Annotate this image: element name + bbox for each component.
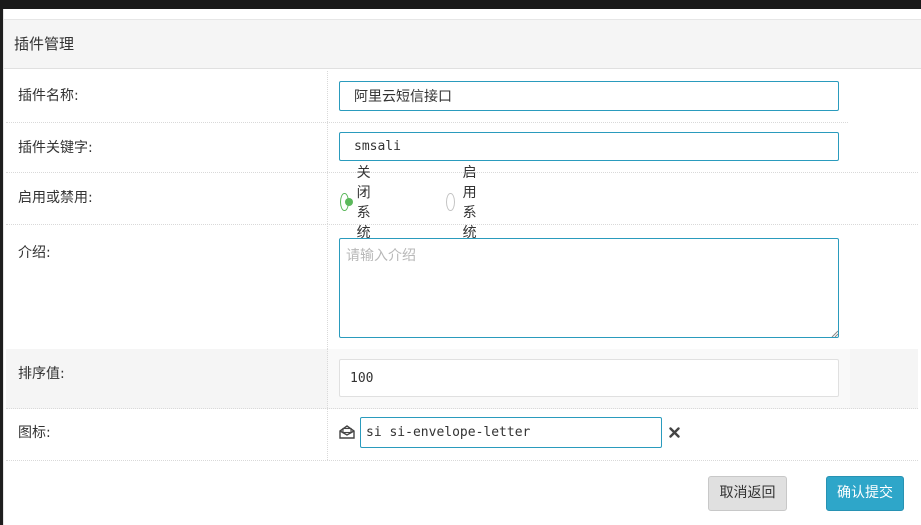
status-label: 启用或禁用: bbox=[18, 190, 93, 206]
radio-checked-icon bbox=[340, 193, 353, 211]
radio-disable-system[interactable]: 关闭系统 bbox=[340, 165, 380, 241]
window-top-bar bbox=[0, 0, 921, 9]
envelope-letter-icon bbox=[339, 425, 355, 439]
cancel-button[interactable]: 取消返回 bbox=[708, 476, 787, 511]
form-row-name: 插件名称: bbox=[6, 71, 848, 123]
plugin-keyword-input[interactable] bbox=[339, 132, 839, 161]
panel-header: 插件管理 bbox=[4, 19, 921, 69]
intro-textarea[interactable] bbox=[339, 238, 839, 338]
form-row-status: 启用或禁用: 关闭系统 启用系统 bbox=[6, 165, 918, 241]
form-row-intro: 介绍: bbox=[6, 224, 918, 350]
resize-grip-icon[interactable] bbox=[831, 330, 839, 338]
name-label: 插件名称: bbox=[18, 88, 79, 104]
radio-enable-system[interactable]: 启用系统 bbox=[446, 165, 486, 241]
plugin-name-input[interactable] bbox=[339, 81, 839, 111]
sort-value-input[interactable] bbox=[339, 359, 839, 397]
sort-label: 排序值: bbox=[18, 366, 65, 382]
plugin-management-panel: 插件管理 插件名称: 插件关键字: 启用或禁用: 关闭系统 bbox=[3, 9, 921, 525]
radio-unchecked-icon bbox=[446, 193, 455, 211]
page-title: 插件管理 bbox=[14, 35, 75, 53]
icon-class-input[interactable] bbox=[360, 417, 662, 448]
intro-label: 介绍: bbox=[18, 245, 51, 261]
form-row-sort: 排序值: bbox=[6, 349, 918, 409]
form-row-icon: 图标: bbox=[6, 408, 918, 461]
icon-label: 图标: bbox=[18, 425, 51, 441]
close-icon[interactable] bbox=[669, 427, 680, 438]
submit-button[interactable]: 确认提交 bbox=[826, 476, 904, 511]
keyword-label: 插件关键字: bbox=[18, 140, 93, 156]
